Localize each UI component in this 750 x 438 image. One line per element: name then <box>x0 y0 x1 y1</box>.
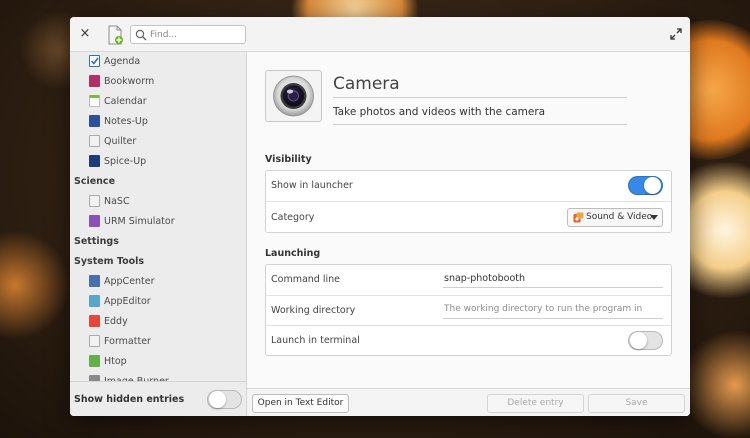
sidebar-item-image-burner[interactable]: Image Burner <box>70 372 246 381</box>
sidebar-item-urm-simulator[interactable]: URM Simulator <box>70 212 246 232</box>
spice-up-icon <box>89 155 100 167</box>
sidebar-item-label: Formatter <box>104 336 151 347</box>
quilter-icon <box>89 135 100 147</box>
launching-card: Command line snap-photobooth Working dir… <box>265 264 672 356</box>
command-line-label: Command line <box>271 274 340 285</box>
sidebar-item-spice-up[interactable]: Spice-Up <box>70 152 246 172</box>
category-label: Category <box>271 212 315 223</box>
sidebar-category-settings: Settings <box>74 236 119 247</box>
app-name-field[interactable]: Camera <box>333 74 627 98</box>
calendar-icon <box>89 95 100 107</box>
agenda-icon <box>89 55 100 67</box>
urm-simulator-icon <box>89 215 100 227</box>
search-input[interactable] <box>150 27 242 42</box>
show-in-launcher-row: Show in launcher <box>266 171 671 201</box>
sidebar-item-calendar[interactable]: Calendar <box>70 92 246 112</box>
app-comment-field[interactable]: Take photos and videos with the camera <box>333 106 627 125</box>
sidebar-item-label: Htop <box>104 356 127 367</box>
wallpaper-light <box>680 330 750 438</box>
sound-video-icon <box>573 212 584 223</box>
sidebar-list[interactable]: Agenda Bookworm Calendar Notes-Up Quilter Spi… <box>70 52 246 381</box>
working-directory-input[interactable]: The working directory to run the program… <box>443 301 663 319</box>
action-bar: Open in Text Editor Delete entry Save <box>247 388 690 416</box>
chevron-down-icon <box>650 215 658 220</box>
close-button[interactable]: × <box>78 26 92 42</box>
sidebar-item-label: AppEditor <box>104 296 151 307</box>
show-hidden-entries-label: Show hidden entries <box>74 394 185 405</box>
toggle-knob <box>630 332 647 349</box>
sidebar-item-label: Bookworm <box>104 76 155 87</box>
sidebar-item-appeditor[interactable]: AppEditor <box>70 292 246 312</box>
new-entry-button[interactable] <box>106 25 124 45</box>
launching-section-title: Launching <box>265 248 321 259</box>
save-button[interactable]: Save <box>588 394 685 413</box>
sidebar-item-label: Agenda <box>104 56 141 67</box>
search-field[interactable] <box>130 25 246 44</box>
sidebar-item-appcenter[interactable]: AppCenter <box>70 272 246 292</box>
app-icon-button[interactable] <box>265 70 322 122</box>
launch-in-terminal-label: Launch in terminal <box>271 335 360 346</box>
eddy-icon <box>89 315 100 327</box>
camera-icon <box>273 75 314 117</box>
bookworm-icon <box>89 75 100 87</box>
main-panel: Camera Take photos and videos with the c… <box>247 52 690 416</box>
sidebar-item-bookworm[interactable]: Bookworm <box>70 72 246 92</box>
search-icon <box>135 29 147 41</box>
appcenter-icon <box>89 275 100 287</box>
notes-up-icon <box>89 115 100 127</box>
launch-in-terminal-toggle[interactable] <box>628 331 663 350</box>
appeditor-icon <box>89 295 100 307</box>
visibility-card: Show in launcher Category Sound & Video <box>265 170 672 233</box>
visibility-section-title: Visibility <box>265 154 312 165</box>
command-line-input[interactable]: snap-photobooth <box>443 270 663 288</box>
sidebar-item-label: Calendar <box>104 96 147 107</box>
app-editor-window: × Agenda Bookworm Calendar Notes-Up Quilter S… <box>70 17 690 416</box>
sidebar-item-label: Spice-Up <box>104 156 147 167</box>
new-entry-icon <box>108 25 123 45</box>
toggle-knob <box>209 391 226 408</box>
toggle-knob <box>644 177 661 194</box>
sidebar-item-label: Quilter <box>104 136 137 147</box>
category-row: Category Sound & Video <box>266 201 671 232</box>
sidebar-item-formatter[interactable]: Formatter <box>70 332 246 352</box>
sidebar-item-nasc[interactable]: NaSC <box>70 192 246 212</box>
sidebar-item-label: AppCenter <box>104 276 155 287</box>
htop-icon <box>89 355 100 367</box>
delete-entry-button[interactable]: Delete entry <box>487 394 584 413</box>
maximize-button[interactable] <box>669 27 683 41</box>
nasc-icon <box>89 195 100 207</box>
working-directory-row: Working directory The working directory … <box>266 295 671 325</box>
sidebar-item-quilter[interactable]: Quilter <box>70 132 246 152</box>
show-hidden-entries-toggle[interactable] <box>207 390 242 409</box>
sidebar-footer: Show hidden entries <box>70 381 246 416</box>
sidebar-item-notes-up[interactable]: Notes-Up <box>70 112 246 132</box>
formatter-icon <box>89 335 100 347</box>
command-line-row: Command line snap-photobooth <box>266 265 671 295</box>
show-in-launcher-label: Show in launcher <box>271 180 353 191</box>
working-directory-label: Working directory <box>271 305 356 316</box>
sidebar-item-label: URM Simulator <box>104 216 175 227</box>
sidebar-item-agenda[interactable]: Agenda <box>70 52 246 72</box>
headerbar: × <box>70 17 690 52</box>
wallpaper-light <box>0 230 70 340</box>
sidebar-item-label: Notes-Up <box>104 116 148 127</box>
sidebar-item-label: NaSC <box>104 196 130 207</box>
sidebar-category-system-tools: System Tools <box>74 256 145 267</box>
sidebar-item-htop[interactable]: Htop <box>70 352 246 372</box>
category-dropdown[interactable]: Sound & Video <box>567 208 663 227</box>
sidebar-item-eddy[interactable]: Eddy <box>70 312 246 332</box>
maximize-icon <box>670 28 682 40</box>
show-in-launcher-toggle[interactable] <box>628 176 663 195</box>
sidebar-category-science: Science <box>74 176 116 187</box>
category-value: Sound & Video <box>586 212 653 222</box>
sidebar: Agenda Bookworm Calendar Notes-Up Quilter Spi… <box>70 52 247 416</box>
open-in-text-editor-button[interactable]: Open in Text Editor <box>252 394 349 413</box>
launch-in-terminal-row: Launch in terminal <box>266 325 671 355</box>
sidebar-item-label: Eddy <box>104 316 128 327</box>
